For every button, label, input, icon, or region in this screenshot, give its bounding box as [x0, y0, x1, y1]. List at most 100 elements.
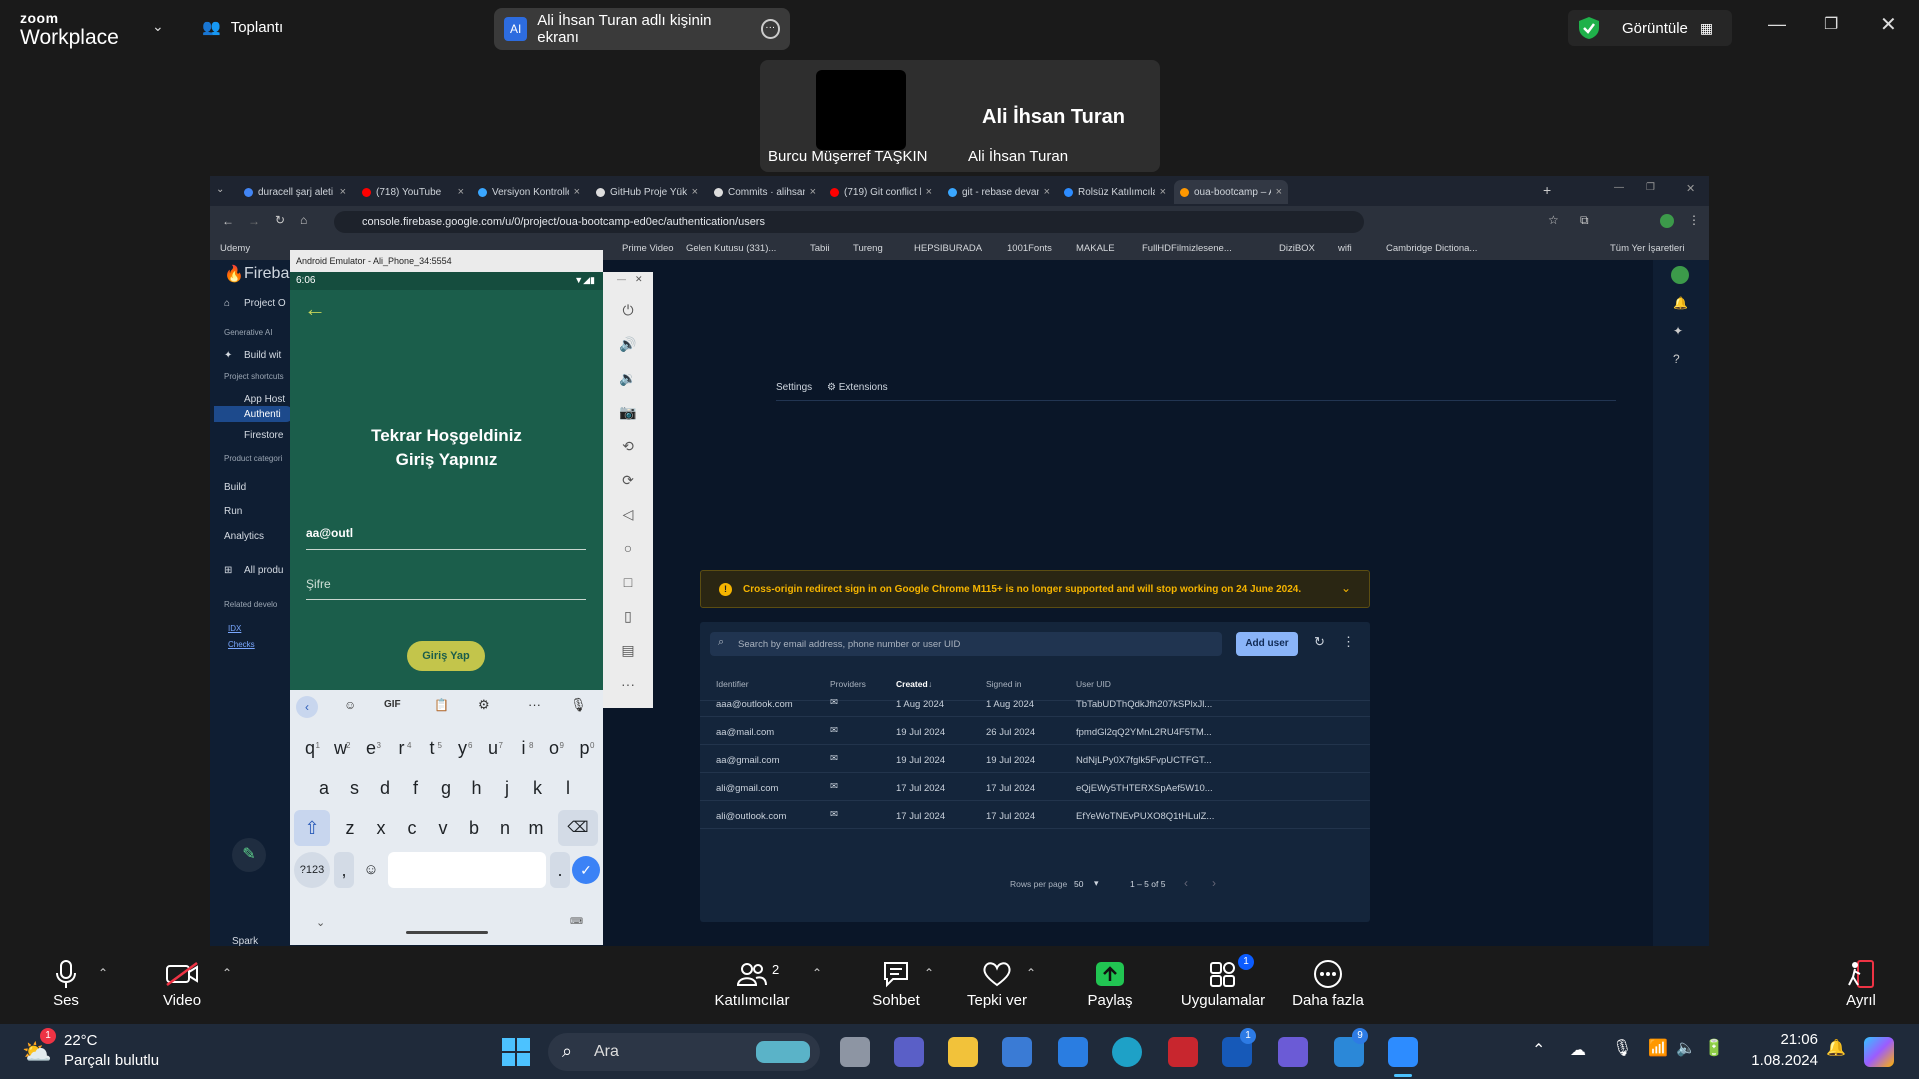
key-z[interactable]: z: [336, 810, 364, 846]
next-page-icon[interactable]: ›: [1212, 876, 1216, 890]
power-icon[interactable]: ⏻: [618, 300, 638, 320]
new-tab-icon[interactable]: +: [1543, 182, 1551, 198]
store-icon[interactable]: [1002, 1037, 1032, 1067]
key-i[interactable]: i8: [510, 730, 538, 766]
avatar[interactable]: [1671, 266, 1689, 284]
audio-button[interactable]: Ses: [40, 956, 92, 1009]
rotate-left-icon[interactable]: ⟲: [618, 436, 638, 456]
browser-tab[interactable]: oua-bootcamp – Aut×: [1174, 180, 1288, 204]
key-g[interactable]: g: [432, 770, 460, 806]
leave-button[interactable]: Ayrıl: [1840, 956, 1882, 1009]
start-windows-icon[interactable]: [502, 1038, 530, 1066]
forward-icon[interactable]: →: [248, 214, 260, 228]
rows-per-page-select[interactable]: 50: [1074, 879, 1083, 889]
bookmark[interactable]: Tüm Yer İşaretleri: [1610, 243, 1684, 254]
sidebar-item-build-with[interactable]: Build wit: [244, 350, 281, 361]
taskbar-search[interactable]: ⌕ Ara: [548, 1033, 820, 1071]
chevron-down-icon[interactable]: ⌄: [152, 18, 164, 35]
sort-created[interactable]: Created: [896, 679, 928, 689]
home-icon[interactable]: ⌂: [300, 213, 307, 227]
sticker-icon[interactable]: ☺: [344, 698, 356, 712]
browser-tab[interactable]: GitHub Proje Yükleme×: [590, 180, 704, 204]
url-input[interactable]: console.firebase.google.com/u/0/project/…: [334, 211, 1364, 233]
space-key[interactable]: [388, 852, 546, 888]
more-icon[interactable]: ···: [618, 674, 638, 694]
zoom-app-icon[interactable]: [1388, 1037, 1418, 1067]
prev-page-icon[interactable]: ‹: [1184, 876, 1188, 890]
audio-options-icon[interactable]: ⌃: [98, 966, 108, 980]
bell-icon[interactable]: 🔔: [1826, 1038, 1846, 1058]
sidebar-category-analytics[interactable]: Analytics: [224, 531, 264, 542]
bookmark[interactable]: Tabii: [810, 243, 830, 254]
more-icon[interactable]: ···: [528, 697, 541, 712]
chevron-left-icon[interactable]: ‹: [296, 696, 318, 718]
bookmark[interactable]: DiziBOX: [1279, 243, 1315, 254]
login-button[interactable]: Giriş Yap: [407, 641, 485, 671]
close-tab-icon[interactable]: ×: [1160, 186, 1166, 198]
key-r[interactable]: r4: [388, 730, 416, 766]
volume-icon[interactable]: 🔈: [1676, 1038, 1696, 1058]
bookmark[interactable]: MAKALE: [1076, 243, 1115, 254]
sidebar-category-run[interactable]: Run: [224, 506, 242, 517]
react-button[interactable]: Tepki ver: [962, 956, 1032, 1009]
shift-key[interactable]: ⇧: [294, 810, 330, 846]
help-icon[interactable]: ?: [1673, 352, 1680, 366]
close-tab-icon[interactable]: ×: [1276, 186, 1282, 198]
teams-icon[interactable]: [894, 1037, 924, 1067]
table-row[interactable]: aa@gmail.com 19 Jul 2024 19 Jul 2024 NdNjLP…: [700, 745, 1370, 773]
browser-tab[interactable]: Commits · alihsantm×: [708, 180, 822, 204]
close-icon[interactable]: ✕: [1686, 182, 1695, 195]
table-row[interactable]: aaa@outlook.com 1 Aug 2024 1 Aug 2024 TbTab…: [700, 689, 1370, 717]
key-x[interactable]: x: [367, 810, 395, 846]
close-tab-icon[interactable]: ×: [692, 186, 698, 198]
participants-button[interactable]: Katılımcılar: [712, 956, 792, 1009]
enter-check-icon[interactable]: ✓: [572, 856, 600, 884]
react-options-icon[interactable]: ⌃: [1026, 966, 1036, 980]
fold-icon[interactable]: ▯: [618, 606, 638, 626]
key-p[interactable]: p0: [571, 730, 599, 766]
chevron-down-icon[interactable]: ⌄: [316, 916, 325, 929]
key-n[interactable]: n: [491, 810, 519, 846]
key-b[interactable]: b: [460, 810, 488, 846]
email-field[interactable]: aa@outl: [306, 520, 586, 550]
key-m[interactable]: m: [522, 810, 550, 846]
bookmark[interactable]: 1001Fonts: [1007, 243, 1052, 254]
key-a[interactable]: a: [310, 770, 338, 806]
sidebar-category-build[interactable]: Build: [224, 482, 246, 493]
back-icon[interactable]: ◁: [618, 504, 638, 524]
close-tab-icon[interactable]: ×: [1044, 186, 1050, 198]
key-c[interactable]: c: [398, 810, 426, 846]
dual-screen-icon[interactable]: ▤: [618, 640, 638, 660]
chat-button[interactable]: Sohbet: [866, 956, 926, 1009]
key-j[interactable]: j: [493, 770, 521, 806]
restore-icon[interactable]: ❐: [1646, 182, 1655, 193]
checks-link[interactable]: Checks: [228, 640, 255, 649]
chat-options-icon[interactable]: ⌃: [924, 966, 934, 980]
key-f[interactable]: f: [402, 770, 430, 806]
key-v[interactable]: v: [429, 810, 457, 846]
bookmark[interactable]: Tureng: [853, 243, 883, 254]
sidebar-item-firestore[interactable]: Firestore: [244, 430, 283, 441]
browser-tab[interactable]: git - rebase devam e×: [942, 180, 1056, 204]
volume-down-icon[interactable]: 🔉: [618, 368, 638, 388]
bookmark[interactable]: wifi: [1338, 243, 1352, 254]
close-icon[interactable]: ✕: [635, 274, 643, 285]
close-tab-icon[interactable]: ×: [810, 186, 816, 198]
profile-avatar[interactable]: [1660, 214, 1674, 228]
task-view-icon[interactable]: [840, 1037, 870, 1067]
restore-icon[interactable]: ❐: [1824, 14, 1838, 34]
extensions-icon[interactable]: ⧉: [1580, 213, 1589, 228]
back-icon[interactable]: ←: [222, 214, 234, 228]
browser-tab[interactable]: duracell şarj aleti işık×: [238, 180, 352, 204]
mcafee-icon[interactable]: [1168, 1037, 1198, 1067]
add-user-button[interactable]: Add user: [1236, 632, 1298, 656]
dropdown-icon[interactable]: ▾: [1094, 878, 1099, 889]
minimize-icon[interactable]: —: [1614, 182, 1624, 193]
more-options-icon[interactable]: ···: [760, 19, 780, 39]
close-tab-icon[interactable]: ×: [340, 186, 346, 198]
file-explorer-icon[interactable]: [948, 1037, 978, 1067]
more-vert-icon[interactable]: ⋮: [1342, 634, 1355, 650]
back-arrow-icon[interactable]: ←: [304, 296, 326, 322]
symbols-key[interactable]: ?123: [294, 852, 330, 888]
rotate-right-icon[interactable]: ⟳: [618, 470, 638, 490]
